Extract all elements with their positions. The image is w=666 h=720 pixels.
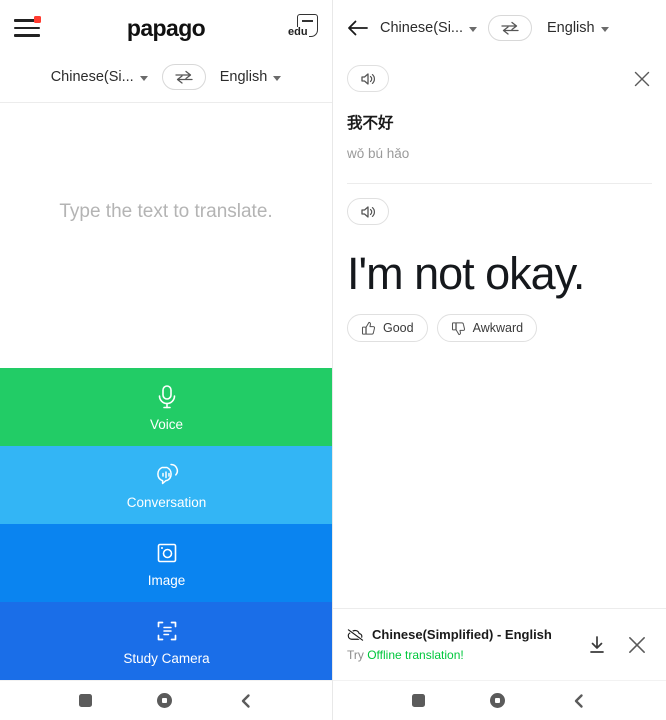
result-speaker-button[interactable] bbox=[347, 198, 389, 225]
feedback-awkward-label: Awkward bbox=[472, 321, 524, 336]
translation-result-text: I'm not okay. bbox=[347, 248, 585, 299]
back-chevron-icon[interactable] bbox=[238, 693, 254, 709]
chevron-down-icon bbox=[139, 75, 148, 81]
feedback-good-label: Good bbox=[383, 321, 414, 336]
tile-voice[interactable]: Voice bbox=[0, 368, 332, 446]
left-target-language-label: English bbox=[219, 69, 268, 85]
offline-banner-close-icon[interactable] bbox=[626, 634, 648, 656]
speaker-icon bbox=[361, 72, 375, 85]
recents-square-icon[interactable] bbox=[411, 694, 425, 707]
clear-source-close-icon[interactable] bbox=[632, 69, 652, 89]
app-title: papago bbox=[126, 14, 206, 41]
offline-banner-subtitle: Try Offline translation! bbox=[347, 648, 576, 662]
conversation-bubbles-icon bbox=[156, 463, 178, 485]
feedback-awkward-button[interactable]: Awkward bbox=[436, 314, 538, 343]
tile-voice-label: Voice bbox=[149, 417, 184, 432]
thumbs-down-icon bbox=[451, 321, 465, 335]
app-screen: papago edu Chinese(Si... English Type th… bbox=[0, 0, 666, 720]
right-target-language-button[interactable]: English bbox=[547, 20, 609, 36]
translate-input-area[interactable]: Type the text to translate. bbox=[0, 103, 332, 413]
offline-banner-title-row: Chinese(Simplified) - English bbox=[347, 627, 576, 642]
thumbs-up-icon bbox=[361, 321, 376, 335]
chevron-down-icon bbox=[600, 26, 609, 32]
camera-image-icon bbox=[157, 543, 176, 563]
home-circle-icon[interactable] bbox=[157, 693, 173, 708]
chevron-down-icon bbox=[273, 75, 282, 81]
left-language-selector: Chinese(Si... English bbox=[0, 56, 332, 102]
source-speaker-button[interactable] bbox=[347, 65, 389, 92]
edu-badge-button[interactable]: edu bbox=[288, 14, 318, 42]
offline-banner-texts: Chinese(Simplified) - English Try Offlin… bbox=[347, 627, 576, 662]
translate-input-placeholder: Type the text to translate. bbox=[59, 201, 273, 222]
source-actions-row bbox=[347, 56, 652, 92]
right-panel-result: Chinese(Si... English 我不好 wǒ bú hǎo I'm … bbox=[333, 0, 666, 720]
right-android-nav-bar bbox=[333, 680, 666, 720]
left-android-nav-bar bbox=[0, 680, 332, 720]
tile-image-label: Image bbox=[147, 573, 186, 588]
right-app-bar: Chinese(Si... English bbox=[333, 0, 666, 56]
document-scan-icon bbox=[157, 621, 176, 641]
offline-translation-banner: Chinese(Simplified) - English Try Offlin… bbox=[333, 608, 666, 680]
result-actions-row bbox=[347, 184, 652, 225]
back-chevron-icon[interactable] bbox=[571, 693, 587, 709]
left-swap-languages-button[interactable] bbox=[161, 64, 206, 90]
source-pinyin: wǒ bú hǎo bbox=[347, 146, 410, 161]
offline-banner-title: Chinese(Simplified) - English bbox=[372, 627, 552, 642]
speaker-icon bbox=[361, 205, 375, 218]
tile-study-camera[interactable]: Study Camera bbox=[0, 602, 332, 680]
offline-translation-link[interactable]: Offline translation! bbox=[367, 648, 464, 662]
right-source-language-label: Chinese(Si... bbox=[380, 20, 464, 36]
left-panel-home: papago edu Chinese(Si... English Type th… bbox=[0, 0, 333, 720]
right-swap-languages-button[interactable] bbox=[488, 15, 533, 41]
recents-square-icon[interactable] bbox=[78, 694, 92, 707]
home-circle-icon[interactable] bbox=[490, 693, 506, 708]
swap-arrows-icon bbox=[175, 70, 193, 84]
source-text: 我不好 bbox=[347, 115, 394, 132]
edu-badge-label: edu bbox=[288, 26, 309, 38]
tile-image[interactable]: Image bbox=[0, 524, 332, 602]
left-target-language-button[interactable]: English bbox=[220, 69, 282, 85]
tile-conversation-label: Conversation bbox=[126, 495, 207, 510]
chevron-down-icon bbox=[469, 26, 478, 32]
right-source-language-button[interactable]: Chinese(Si... bbox=[380, 20, 478, 36]
mode-tiles: Voice Conversation Image Study Camera bbox=[0, 368, 332, 680]
cloud-off-icon bbox=[347, 628, 364, 641]
right-target-language-label: English bbox=[547, 20, 595, 36]
left-app-bar: papago edu bbox=[0, 0, 332, 56]
feedback-good-button[interactable]: Good bbox=[347, 314, 428, 343]
back-arrow-icon[interactable] bbox=[347, 19, 369, 37]
source-text-section: 我不好 wǒ bú hǎo bbox=[333, 56, 666, 184]
tile-study-camera-label: Study Camera bbox=[123, 651, 210, 666]
offline-banner-actions bbox=[586, 634, 652, 656]
offline-banner-prefix: Try bbox=[347, 648, 368, 662]
left-source-language-label: Chinese(Si... bbox=[50, 69, 134, 85]
tile-conversation[interactable]: Conversation bbox=[0, 446, 332, 524]
left-source-language-button[interactable]: Chinese(Si... bbox=[51, 69, 148, 85]
microphone-icon bbox=[158, 385, 175, 409]
result-section: I'm not okay. Good Awkward bbox=[333, 184, 666, 343]
download-icon[interactable] bbox=[586, 634, 608, 656]
feedback-buttons: Good Awkward bbox=[347, 314, 652, 343]
swap-arrows-icon bbox=[501, 21, 519, 35]
